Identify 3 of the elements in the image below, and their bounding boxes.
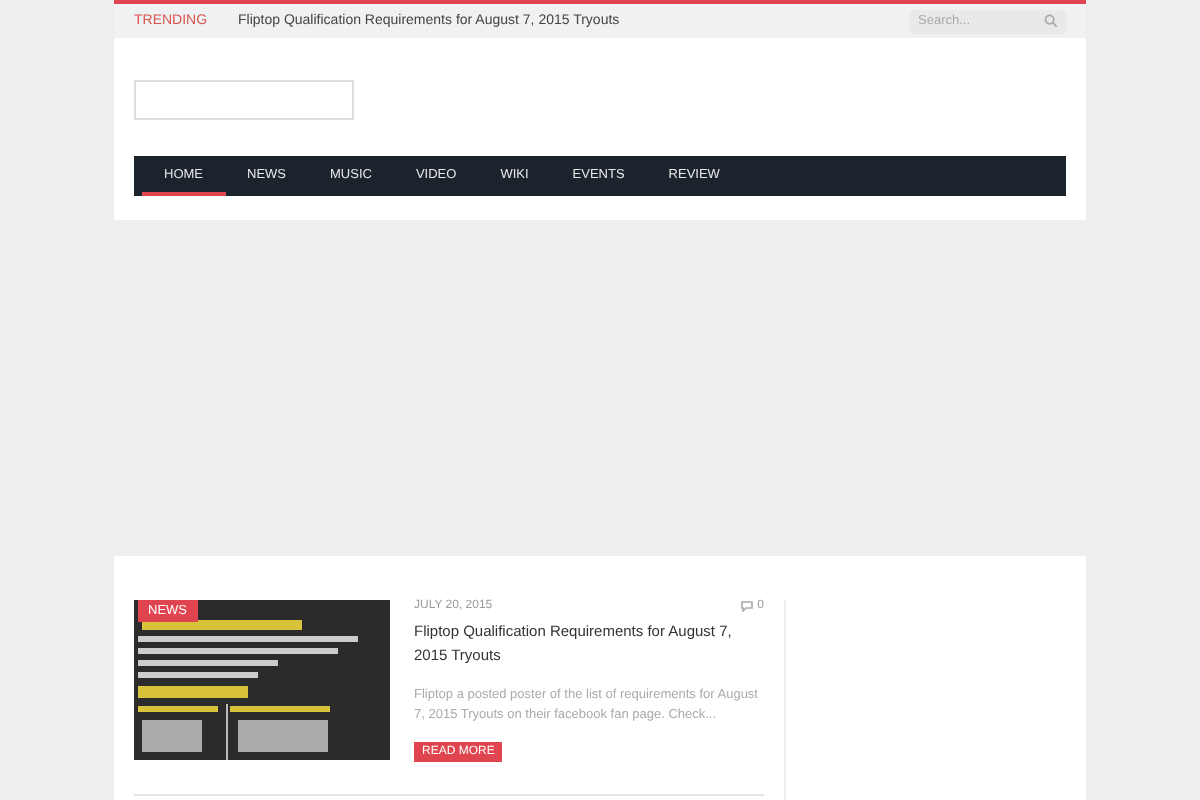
comment-icon [739, 600, 754, 612]
search-icon[interactable] [1044, 14, 1058, 28]
logo-placeholder[interactable] [134, 80, 354, 120]
